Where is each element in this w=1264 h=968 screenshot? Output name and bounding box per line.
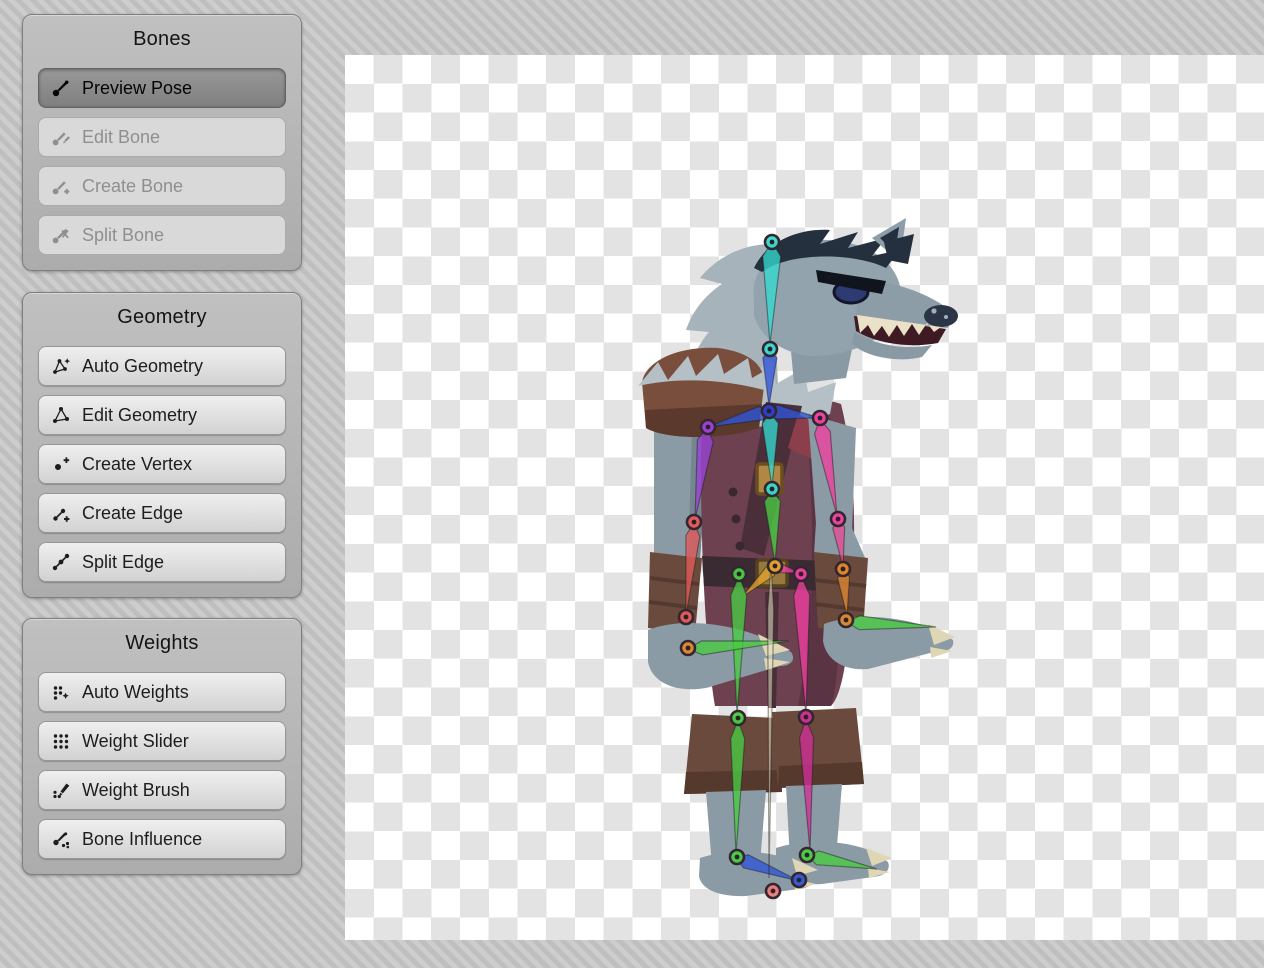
weight-slider-label: Weight Slider (82, 731, 274, 752)
sprite-canvas[interactable] (345, 55, 1264, 940)
weight-brush-button[interactable]: Weight Brush (38, 770, 286, 810)
weight-brush-label: Weight Brush (82, 780, 274, 801)
split-bone-label: Split Bone (82, 225, 274, 246)
auto-weights-button[interactable]: Auto Weights (38, 672, 286, 712)
edit-bone-icon (50, 126, 72, 148)
panel-geometry: Geometry Auto Geometry Edit Geometry Cre… (22, 292, 302, 598)
create-edge-label: Create Edge (82, 503, 274, 524)
edit-bone-button[interactable]: Edit Bone (38, 117, 286, 157)
weight-slider-button[interactable]: Weight Slider (38, 721, 286, 761)
create-edge-button[interactable]: Create Edge (38, 493, 286, 533)
edit-geometry-label: Edit Geometry (82, 405, 274, 426)
panel-bones-title: Bones (23, 28, 301, 51)
split-edge-label: Split Edge (82, 552, 274, 573)
weight-brush-icon (50, 779, 72, 801)
edit-geometry-icon (50, 404, 72, 426)
panel-weights: Weights Auto Weights Weight Slider Weigh… (22, 618, 302, 875)
skinning-editor: Bones Preview Pose Edit Bone Create Bone… (0, 0, 1264, 968)
panel-bones: Bones Preview Pose Edit Bone Create Bone… (22, 14, 302, 271)
auto-weights-label: Auto Weights (82, 682, 274, 703)
create-vertex-icon (50, 453, 72, 475)
create-bone-button[interactable]: Create Bone (38, 166, 286, 206)
edit-geometry-button[interactable]: Edit Geometry (38, 395, 286, 435)
split-bone-button[interactable]: Split Bone (38, 215, 286, 255)
preview-pose-label: Preview Pose (82, 78, 274, 99)
bone-influence-label: Bone Influence (82, 829, 274, 850)
split-edge-icon (50, 551, 72, 573)
edit-bone-label: Edit Bone (82, 127, 274, 148)
panel-geometry-title: Geometry (23, 306, 301, 329)
create-edge-icon (50, 502, 72, 524)
auto-geometry-button[interactable]: Auto Geometry (38, 346, 286, 386)
split-edge-button[interactable]: Split Edge (38, 542, 286, 582)
create-vertex-button[interactable]: Create Vertex (38, 444, 286, 484)
auto-geometry-icon (50, 355, 72, 377)
create-bone-label: Create Bone (82, 176, 274, 197)
bone-influence-button[interactable]: Bone Influence (38, 819, 286, 859)
preview-pose-button[interactable]: Preview Pose (38, 68, 286, 108)
create-vertex-label: Create Vertex (82, 454, 274, 475)
bone-influence-icon (50, 828, 72, 850)
auto-geometry-label: Auto Geometry (82, 356, 274, 377)
create-bone-icon (50, 175, 72, 197)
auto-weights-icon (50, 681, 72, 703)
weight-slider-icon (50, 730, 72, 752)
preview-pose-icon (50, 77, 72, 99)
panel-weights-title: Weights (23, 632, 301, 655)
split-bone-icon (50, 224, 72, 246)
